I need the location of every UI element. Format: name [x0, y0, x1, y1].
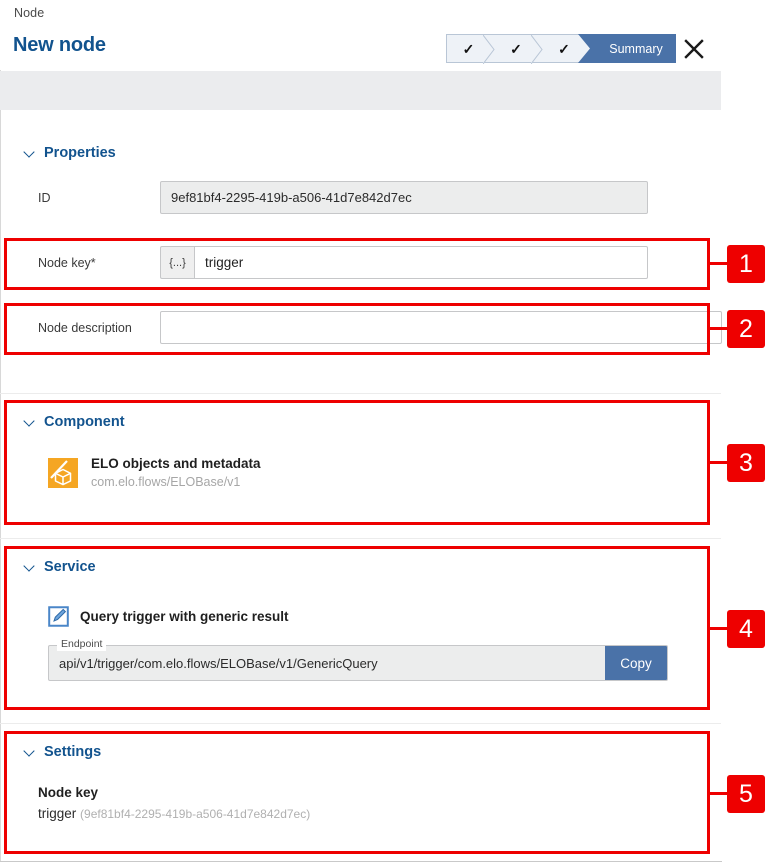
section-header-properties[interactable]: Properties	[24, 145, 116, 161]
chevron-down-icon	[24, 561, 36, 573]
section-header-service[interactable]: Service	[24, 559, 96, 575]
service-row[interactable]: Query trigger with generic result	[0, 606, 289, 627]
chevron-down-icon	[24, 147, 36, 159]
component-text: ELO objects and metadata com.elo.flows/E…	[91, 455, 261, 491]
node-description-input[interactable]	[160, 311, 722, 344]
node-key-label: Node key*	[38, 255, 96, 270]
callout-badge-2: 2	[727, 310, 765, 348]
step-separator-icon	[531, 35, 543, 64]
node-description-label: Node description	[38, 320, 132, 335]
step-separator-icon	[483, 35, 495, 64]
edit-square-icon	[48, 606, 69, 627]
endpoint-fieldset: api/v1/trigger/com.elo.flows/ELOBase/v1/…	[48, 645, 668, 681]
endpoint-value[interactable]: api/v1/trigger/com.elo.flows/ELOBase/v1/…	[49, 646, 605, 680]
callout-box-4	[4, 546, 710, 710]
callout-line-3	[708, 461, 729, 464]
node-key-input[interactable]	[194, 246, 648, 279]
wizard-step-2[interactable]: ✓	[494, 34, 543, 64]
callout-line-5	[708, 792, 729, 795]
component-name: ELO objects and metadata	[91, 456, 261, 471]
page-title: New node	[13, 34, 106, 56]
copy-button[interactable]: Copy	[605, 646, 667, 680]
elo-cube-icon	[48, 458, 78, 489]
section-divider-1	[0, 393, 721, 394]
callout-badge-3: 3	[727, 444, 765, 482]
node-key-row: Node key* {...}	[0, 246, 722, 279]
wizard-step-summary[interactable]: Summary	[578, 34, 676, 63]
service-name: Query trigger with generic result	[80, 609, 289, 624]
section-header-settings[interactable]: Settings	[24, 744, 101, 760]
node-summary-page: Node New node ✓ ✓ ✓ Summary Properties I…	[0, 0, 773, 868]
check-icon: ✓	[558, 40, 570, 57]
id-row: ID 9ef81bf4-2295-419b-a506-41d7e842d7ec	[0, 181, 722, 214]
callout-line-4	[708, 627, 729, 630]
section-header-service-label: Service	[44, 559, 96, 575]
endpoint-label: Endpoint	[57, 638, 107, 651]
component-identifier: com.elo.flows/ELOBase/v1	[91, 475, 241, 490]
breadcrumb: Node	[14, 6, 45, 20]
section-header-settings-label: Settings	[44, 744, 102, 760]
callout-badge-4: 4	[727, 610, 765, 648]
id-value: 9ef81bf4-2295-419b-a506-41d7e842d7ec	[160, 181, 648, 214]
id-label: ID	[38, 190, 51, 205]
section-header-properties-label: Properties	[44, 145, 116, 161]
page-left-border	[0, 0, 1, 862]
page-bottom-border	[0, 861, 722, 862]
chevron-down-icon	[24, 746, 36, 758]
step-arrow-icon	[578, 34, 591, 63]
wizard-steps: ✓ ✓ ✓ Summary	[446, 34, 676, 64]
callout-badge-5: 5	[727, 775, 765, 813]
close-button[interactable]	[680, 35, 708, 63]
component-row[interactable]: ELO objects and metadata com.elo.flows/E…	[0, 455, 261, 491]
settings-node-key-title: Node key	[38, 785, 99, 800]
section-header-component[interactable]: Component	[24, 414, 125, 430]
wizard-step-1[interactable]: ✓	[446, 34, 495, 64]
callout-box-5	[4, 731, 710, 854]
check-icon: ✓	[510, 40, 522, 57]
section-header-component-label: Component	[44, 414, 125, 430]
toolbar-strip	[0, 71, 721, 110]
node-description-row: Node description	[0, 311, 722, 344]
chevron-down-icon	[24, 416, 36, 428]
endpoint-field: api/v1/trigger/com.elo.flows/ELOBase/v1/…	[48, 638, 668, 681]
close-icon	[684, 39, 704, 59]
settings-node-key-id: (9ef81bf4-2295-419b-a506-41d7e842d7ec)	[80, 807, 311, 821]
section-divider-2	[0, 538, 721, 539]
callout-badge-1: 1	[727, 245, 765, 283]
settings-node-key-value: trigger	[38, 806, 77, 821]
wizard-step-summary-label: Summary	[609, 41, 663, 56]
node-key-input-group: {...}	[160, 246, 648, 279]
dialog-header: Node New node ✓ ✓ ✓ Summary	[0, 0, 722, 70]
expression-button[interactable]: {...}	[160, 246, 194, 279]
check-icon: ✓	[462, 40, 475, 57]
section-divider-3	[0, 723, 721, 724]
annotation-overlay: 1 2 3 4 5	[0, 0, 773, 868]
settings-node-key-row: trigger (9ef81bf4-2295-419b-a506-41d7e84…	[0, 806, 310, 821]
